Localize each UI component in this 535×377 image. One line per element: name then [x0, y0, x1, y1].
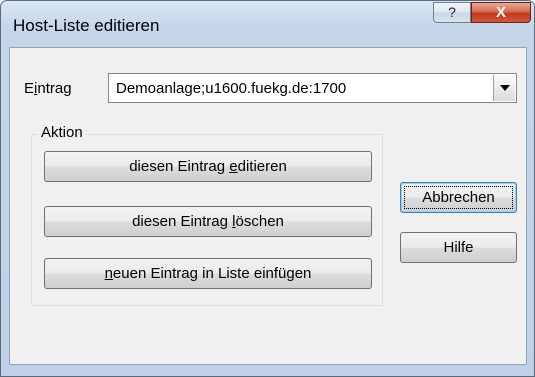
entry-label: Eintrag	[24, 80, 72, 97]
focus-ring	[404, 186, 513, 209]
insert-entry-button[interactable]: neuen Eintrag in Liste einfügen	[44, 258, 372, 289]
edit-entry-button[interactable]: diesen Eintrag editieren	[44, 151, 372, 182]
entry-value: Demoanlage;u1600.fuekg.de:1700	[116, 80, 347, 97]
entry-dropdown[interactable]: Demoanlage;u1600.fuekg.de:1700	[108, 73, 517, 103]
help-button[interactable]: Hilfe	[400, 232, 517, 263]
help-icon[interactable]: ?	[433, 2, 471, 23]
title-bar[interactable]: Host-Liste editieren ? X	[1, 1, 534, 47]
dialog-client-area: Eintrag Demoanlage;u1600.fuekg.de:1700 A…	[9, 47, 527, 365]
cancel-button[interactable]: Abbrechen	[400, 182, 517, 213]
delete-entry-button[interactable]: diesen Eintrag löschen	[44, 206, 372, 237]
chevron-down-icon	[500, 85, 510, 91]
dialog-window: Host-Liste editieren ? X Eintrag Demoanl…	[0, 0, 535, 377]
dropdown-button[interactable]	[493, 75, 515, 101]
close-icon[interactable]: X	[471, 2, 531, 23]
action-group-legend: Aktion	[38, 124, 86, 141]
dialog-title: Host-Liste editieren	[13, 16, 160, 35]
